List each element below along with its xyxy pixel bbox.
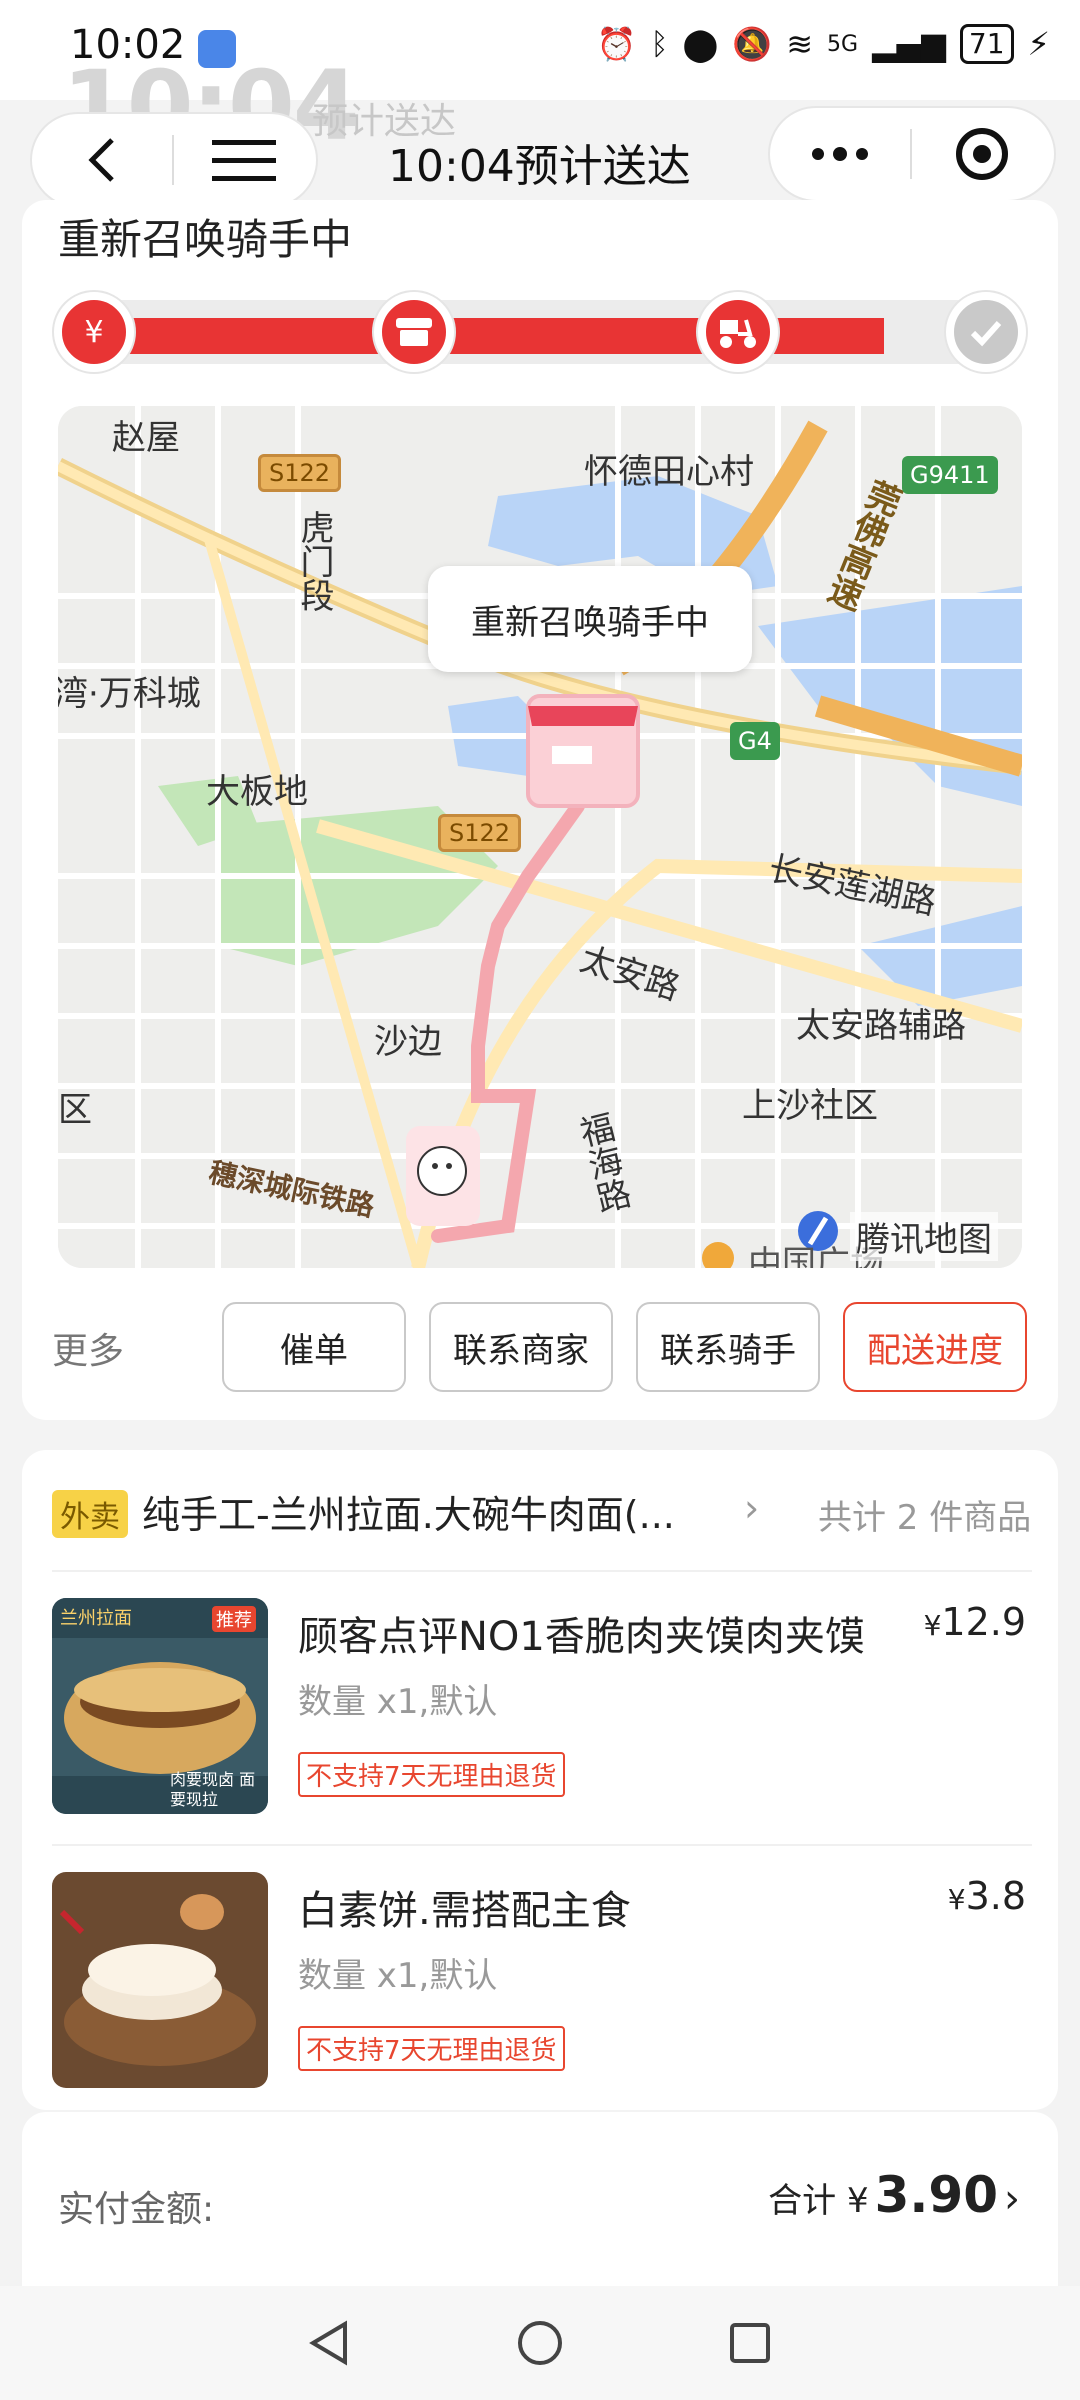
miniapp-capsule bbox=[768, 106, 1056, 202]
payment-total[interactable]: 合计 ¥ 3.90 › bbox=[768, 2166, 1020, 2224]
currency-symbol: ¥ bbox=[947, 1883, 966, 1916]
item-price: ¥12.9 bbox=[924, 1600, 1026, 1644]
thumb-caption: 肉要现卤 面要现拉 bbox=[170, 1770, 256, 1809]
mute-icon: 🔕 bbox=[732, 25, 773, 63]
road-shield: G9411 bbox=[902, 456, 998, 494]
divider bbox=[52, 1844, 1032, 1846]
map-label: 湾·万科城 bbox=[58, 674, 201, 714]
item-quantity: 数量 x1,默认 bbox=[298, 1682, 498, 1722]
location-icon: ⬤ bbox=[682, 25, 719, 63]
item-count: 共计 2 件商品 bbox=[818, 1498, 1032, 1538]
scooter-icon bbox=[698, 292, 778, 372]
item-thumbnail[interactable] bbox=[52, 1872, 268, 2088]
charging-icon: ⚡ bbox=[1027, 25, 1050, 63]
battery-level: 71 bbox=[959, 24, 1014, 64]
map-label: 沙边 bbox=[374, 1022, 442, 1062]
price-value: 12.9 bbox=[941, 1600, 1026, 1644]
total-amount: 3.90 bbox=[874, 2166, 998, 2224]
back-button[interactable] bbox=[32, 112, 172, 208]
road-shield: S122 bbox=[438, 814, 522, 852]
item-thumbnail[interactable]: 兰州拉面 推荐 肉要现卤 面要现拉 bbox=[52, 1598, 268, 1814]
chevron-right-icon[interactable]: › bbox=[744, 1486, 759, 1530]
return-policy-badge: 不支持7天无理由退货 bbox=[298, 2026, 565, 2071]
wifi-icon: ≋ bbox=[786, 25, 814, 63]
chevron-right-icon: › bbox=[1004, 2176, 1020, 2222]
item-name[interactable]: 顾客点评NO1香脆肉夹馍肉夹馍 bbox=[298, 1604, 865, 1662]
close-miniapp-button[interactable] bbox=[912, 106, 1052, 202]
contact-rider-button[interactable]: 联系骑手 bbox=[636, 1302, 820, 1392]
delivery-map[interactable]: 赵屋 怀德田心村 虎门段 湾·万科城 大板地 长安莲湖路 太安路 太安路辅路 沙… bbox=[58, 406, 1022, 1268]
delivery-progress-button[interactable]: 配送进度 bbox=[843, 1302, 1027, 1392]
currency-symbol: ¥ bbox=[923, 1609, 942, 1642]
order-status-text: 重新召唤骑手中 bbox=[58, 215, 353, 264]
map-label: 大板地 bbox=[206, 772, 308, 812]
alarm-icon: ⏰ bbox=[596, 25, 637, 63]
map-label: 怀德田心村 bbox=[584, 452, 754, 492]
urge-order-button[interactable]: 催单 bbox=[222, 1302, 406, 1392]
payment-icon: ¥ bbox=[54, 292, 134, 372]
nav-recents-icon[interactable] bbox=[725, 2318, 775, 2368]
divider bbox=[52, 1570, 1032, 1572]
store-icon bbox=[374, 292, 454, 372]
item-quantity: 数量 x1,默认 bbox=[298, 1956, 498, 1996]
more-options-button[interactable] bbox=[770, 106, 910, 202]
price-value: 3.8 bbox=[965, 1874, 1026, 1918]
system-nav-bar bbox=[0, 2286, 1080, 2400]
shop-name[interactable]: 纯手工-兰州拉面.大碗牛肉面(... bbox=[142, 1484, 675, 1539]
road-shield: G4 bbox=[730, 722, 780, 760]
map-label: 太安路辅路 bbox=[796, 1006, 966, 1046]
item-name[interactable]: 白素饼.需搭配主食 bbox=[298, 1878, 631, 1936]
map-label: 上沙社区 bbox=[742, 1086, 878, 1126]
takeout-tag: 外卖 bbox=[52, 1490, 128, 1538]
map-watermark: 腾讯地图 bbox=[850, 1212, 998, 1261]
item-price: ¥3.8 bbox=[948, 1874, 1026, 1918]
hamburger-icon bbox=[212, 140, 276, 181]
nav-home-icon[interactable] bbox=[515, 2318, 565, 2368]
check-icon bbox=[946, 292, 1026, 372]
network-type: 5G bbox=[827, 31, 859, 57]
menu-button[interactable] bbox=[174, 112, 314, 208]
recommend-badge: 推荐 bbox=[212, 1606, 256, 1632]
status-icons: ⏰ ᛒ ⬤ 🔕 ≋ 5G ▂▄▆ 71 ⚡ bbox=[597, 24, 1050, 64]
page-title: 10:04预计送达 bbox=[388, 141, 691, 192]
return-policy-badge: 不支持7天无理由退货 bbox=[298, 1752, 565, 1797]
thumb-title: 兰州拉面 bbox=[60, 1608, 132, 1629]
road-shield: S122 bbox=[258, 454, 342, 492]
bluetooth-icon: ᛒ bbox=[650, 26, 669, 62]
nav-back-icon[interactable] bbox=[305, 2318, 355, 2368]
more-label[interactable]: 更多 bbox=[52, 1322, 124, 1374]
target-icon bbox=[956, 128, 1008, 180]
map-label: 赵屋 bbox=[112, 418, 180, 458]
map-status-bubble: 重新召唤骑手中 bbox=[428, 566, 752, 672]
nav-capsule-left bbox=[30, 112, 318, 208]
signal-icon: ▂▄▆ bbox=[872, 25, 946, 63]
contact-merchant-button[interactable]: 联系商家 bbox=[429, 1302, 613, 1392]
back-arrow-icon bbox=[88, 138, 114, 182]
ellipsis-icon bbox=[812, 147, 868, 161]
map-label: 区 bbox=[58, 1090, 92, 1130]
map-label: 虎门段 bbox=[294, 510, 334, 612]
paid-amount-label: 实付金额: bbox=[58, 2189, 215, 2230]
total-prefix: 合计 ¥ bbox=[768, 2181, 869, 2221]
